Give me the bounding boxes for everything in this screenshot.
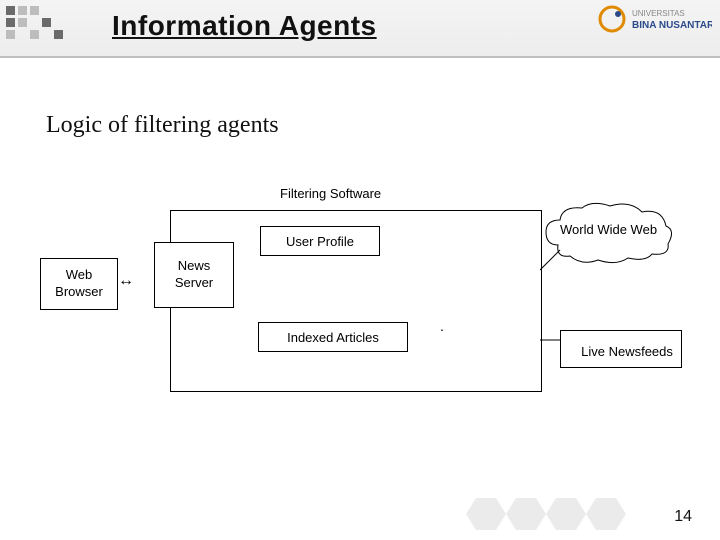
web-browser-line2: Browser [55,284,103,301]
header-band: Information Agents UNIVERSITAS BINA NUSA… [0,0,720,58]
connector-lines [540,210,580,370]
indexed-articles-box: Indexed Articles [258,322,408,352]
web-browser-line1: Web [66,267,93,284]
slide-subtitle: Logic of filtering agents [46,112,279,139]
university-logo: UNIVERSITAS BINA NUSANTARA [594,2,712,50]
filtering-agents-diagram: Filtering Software User Profile Indexed … [40,160,680,440]
filtering-software-label: Filtering Software [280,186,381,201]
logo-text-bottom: BINA NUSANTARA [632,20,712,31]
page-number: 14 [674,508,692,526]
news-server-line1: News [178,258,211,275]
bidirectional-arrow-icon: ↔ [118,272,134,290]
user-profile-box: User Profile [260,226,380,256]
slide-title: Information Agents [112,10,377,42]
hexagon-decoration [456,494,656,534]
connector-dot: . [440,318,444,334]
logo-text-top: UNIVERSITAS [632,9,685,18]
news-server-line2: Server [175,275,213,292]
web-browser-box: Web Browser [40,258,118,310]
corner-squares-decoration [6,6,98,50]
news-server-box: News Server [154,242,234,308]
